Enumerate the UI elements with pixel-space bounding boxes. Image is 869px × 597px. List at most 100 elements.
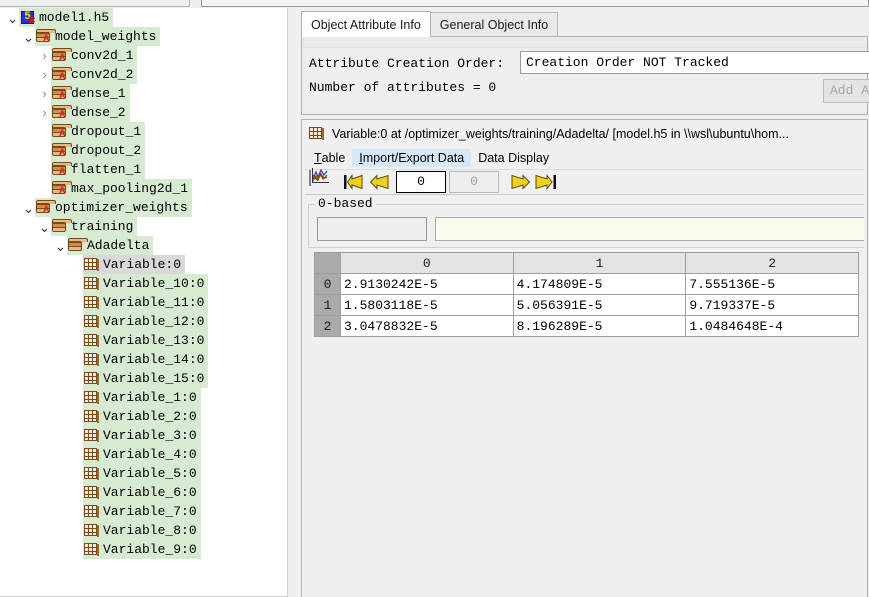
grid-row-header[interactable]: 0 (314, 273, 341, 295)
grid-cell[interactable]: 4.174809E-5 (512, 273, 687, 295)
tree-item[interactable]: Variable_12:0 (0, 312, 287, 331)
grid-cell[interactable]: 1.5803118E-5 (340, 294, 514, 316)
tree-item-node[interactable]: Amodel_weights (35, 27, 161, 46)
tree-item-node[interactable]: Variable_11:0 (83, 293, 209, 312)
tree-item[interactable]: Variable_7:0 (0, 502, 287, 521)
tab-general-object-info[interactable]: General Object Info (429, 12, 559, 37)
tree-item-node[interactable]: Adense_2 (51, 103, 130, 122)
table-row[interactable]: 1 1.5803118E-5 5.056391E-5 9.719337E-5 (314, 294, 859, 316)
tree-item[interactable]: › Aconv2d_1 (0, 46, 287, 65)
tree-item[interactable]: Variable:0 (0, 255, 287, 274)
add-attribute-button[interactable]: Add At (823, 79, 869, 103)
tree-item-node[interactable]: Variable_9:0 (83, 540, 201, 559)
dataset-grid[interactable]: 012 0 2.9130242E-5 4.174809E-5 7.555136E-5 1… (314, 252, 859, 337)
grid-cell[interactable]: 9.719337E-5 (685, 294, 859, 316)
cell-reference-input[interactable] (317, 217, 427, 241)
tree-item[interactable]: Variable_3:0 (0, 426, 287, 445)
grid-cell[interactable]: 2.9130242E-5 (340, 273, 514, 295)
chevron-down-icon[interactable]: ⌄ (22, 201, 35, 215)
tree-item[interactable]: Adropout_1 (0, 122, 287, 141)
tree-item-node[interactable]: Variable_14:0 (83, 350, 209, 369)
tree-item[interactable]: Variable_2:0 (0, 407, 287, 426)
tree-item[interactable]: Variable_4:0 (0, 445, 287, 464)
tree-item-node[interactable]: Variable_3:0 (83, 426, 201, 445)
grid-row-header[interactable]: 1 (314, 294, 341, 316)
first-page-icon[interactable] (343, 172, 365, 192)
tree-item[interactable]: Variable_11:0 (0, 293, 287, 312)
tree-item[interactable]: Variable_15:0 (0, 369, 287, 388)
tree-item-node[interactable]: Adropout_2 (51, 141, 146, 160)
hdf5-object-tree[interactable]: ⌄ 5 ✖ model1.h5 ⌄ Amodel_weights › Aconv2d_1 › Ac… (0, 8, 288, 597)
grid-cell[interactable]: 1.0484648E-4 (685, 315, 859, 337)
tree-item-node[interactable]: Variable_12:0 (83, 312, 209, 331)
last-page-icon[interactable] (535, 172, 557, 192)
dataview-toolbar[interactable]: 0 0 (305, 168, 867, 195)
tree-item-node[interactable]: Aconv2d_1 (51, 46, 138, 65)
chevron-down-icon[interactable]: ⌄ (6, 11, 19, 25)
tree-item-node[interactable]: Adropout_1 (51, 122, 146, 141)
tree-item-node[interactable]: 5 ✖ model1.h5 (19, 8, 114, 27)
tree-item[interactable]: › Adense_2 (0, 103, 287, 122)
chevron-right-icon[interactable]: › (38, 68, 51, 81)
grid-column-header[interactable]: 1 (512, 252, 687, 274)
tree-item[interactable]: Aflatten_1 (0, 160, 287, 179)
info-tabstrip[interactable]: Object Attribute Info General Object Inf… (301, 11, 559, 37)
tree-item[interactable]: ⌄ 5 ✖ model1.h5 (0, 8, 287, 27)
tree-item-node[interactable]: Variable_5:0 (83, 464, 201, 483)
tree-item[interactable]: Variable_14:0 (0, 350, 287, 369)
tab-object-attribute-info[interactable]: Object Attribute Info (301, 11, 431, 37)
tree-item[interactable]: › Aconv2d_2 (0, 65, 287, 84)
page-number-input[interactable]: 0 (396, 171, 446, 193)
tree-item[interactable]: ⌄ Adadelta (0, 236, 287, 255)
tree-item[interactable]: Variable_8:0 (0, 521, 287, 540)
grid-column-header[interactable]: 2 (685, 252, 859, 274)
tree-item-node[interactable]: training (51, 217, 138, 236)
grid-cell[interactable]: 8.196289E-5 (512, 315, 687, 337)
tree-item-node[interactable]: Variable_6:0 (83, 483, 201, 502)
grid-cell[interactable]: 7.555136E-5 (685, 273, 859, 295)
grid-row-header[interactable]: 2 (314, 315, 341, 337)
tree-item[interactable]: Amax_pooling2d_1 (0, 179, 287, 198)
menu-item-data-display[interactable]: Data Display (471, 149, 556, 167)
chart-icon[interactable] (309, 168, 333, 193)
tree-item[interactable]: Adropout_2 (0, 141, 287, 160)
tree-item-node[interactable]: Variable_4:0 (83, 445, 201, 464)
menu-item-table[interactable]: Table (307, 149, 352, 167)
tree-item-node[interactable]: Variable_8:0 (83, 521, 201, 540)
tree-item-node[interactable]: Amax_pooling2d_1 (51, 179, 193, 198)
panel-sash-divider[interactable] (289, 8, 299, 597)
tree-item-node[interactable]: Aoptimizer_weights (35, 198, 192, 217)
tree-item[interactable]: Variable_5:0 (0, 464, 287, 483)
grid-column-header[interactable]: 0 (340, 252, 514, 274)
tree-item[interactable]: Variable_1:0 (0, 388, 287, 407)
tree-item-node[interactable]: Adense_1 (51, 84, 130, 103)
cell-value-input[interactable] (435, 217, 867, 241)
tree-item[interactable]: › Adense_1 (0, 84, 287, 103)
chevron-down-icon[interactable]: ⌄ (54, 239, 67, 253)
tree-item-node[interactable]: Variable_15:0 (83, 369, 209, 388)
menu-item-import-export-data[interactable]: Import/Export Data (352, 149, 472, 167)
tree-item[interactable]: ⌄ Amodel_weights (0, 27, 287, 46)
chevron-right-icon[interactable]: › (38, 106, 51, 119)
previous-page-icon[interactable] (368, 172, 390, 192)
tree-item[interactable]: Variable_13:0 (0, 331, 287, 350)
tree-item-node[interactable]: Aconv2d_2 (51, 65, 138, 84)
tree-item[interactable]: ⌄ Aoptimizer_weights (0, 198, 287, 217)
tree-item[interactable]: Variable_6:0 (0, 483, 287, 502)
tree-item-selected[interactable]: Variable:0 (83, 255, 186, 274)
tree-item-node[interactable]: Variable_1:0 (83, 388, 201, 407)
chevron-down-icon[interactable]: ⌄ (22, 30, 35, 44)
tree-item-node[interactable]: Variable_7:0 (83, 502, 201, 521)
tree-item-node[interactable]: Variable_10:0 (83, 274, 209, 293)
chevron-right-icon[interactable]: › (38, 87, 51, 100)
chevron-down-icon[interactable]: ⌄ (38, 220, 51, 234)
tree-item-node[interactable]: Aflatten_1 (51, 160, 146, 179)
next-page-icon[interactable] (510, 172, 532, 192)
grid-cell[interactable]: 3.0478832E-5 (340, 315, 514, 337)
tree-item-node[interactable]: Adadelta (67, 236, 154, 255)
table-row[interactable]: 0 2.9130242E-5 4.174809E-5 7.555136E-5 (314, 273, 859, 295)
tree-item[interactable]: Variable_9:0 (0, 540, 287, 559)
chevron-right-icon[interactable]: › (38, 49, 51, 62)
tree-item-node[interactable]: Variable_13:0 (83, 331, 209, 350)
grid-cell[interactable]: 5.056391E-5 (512, 294, 687, 316)
